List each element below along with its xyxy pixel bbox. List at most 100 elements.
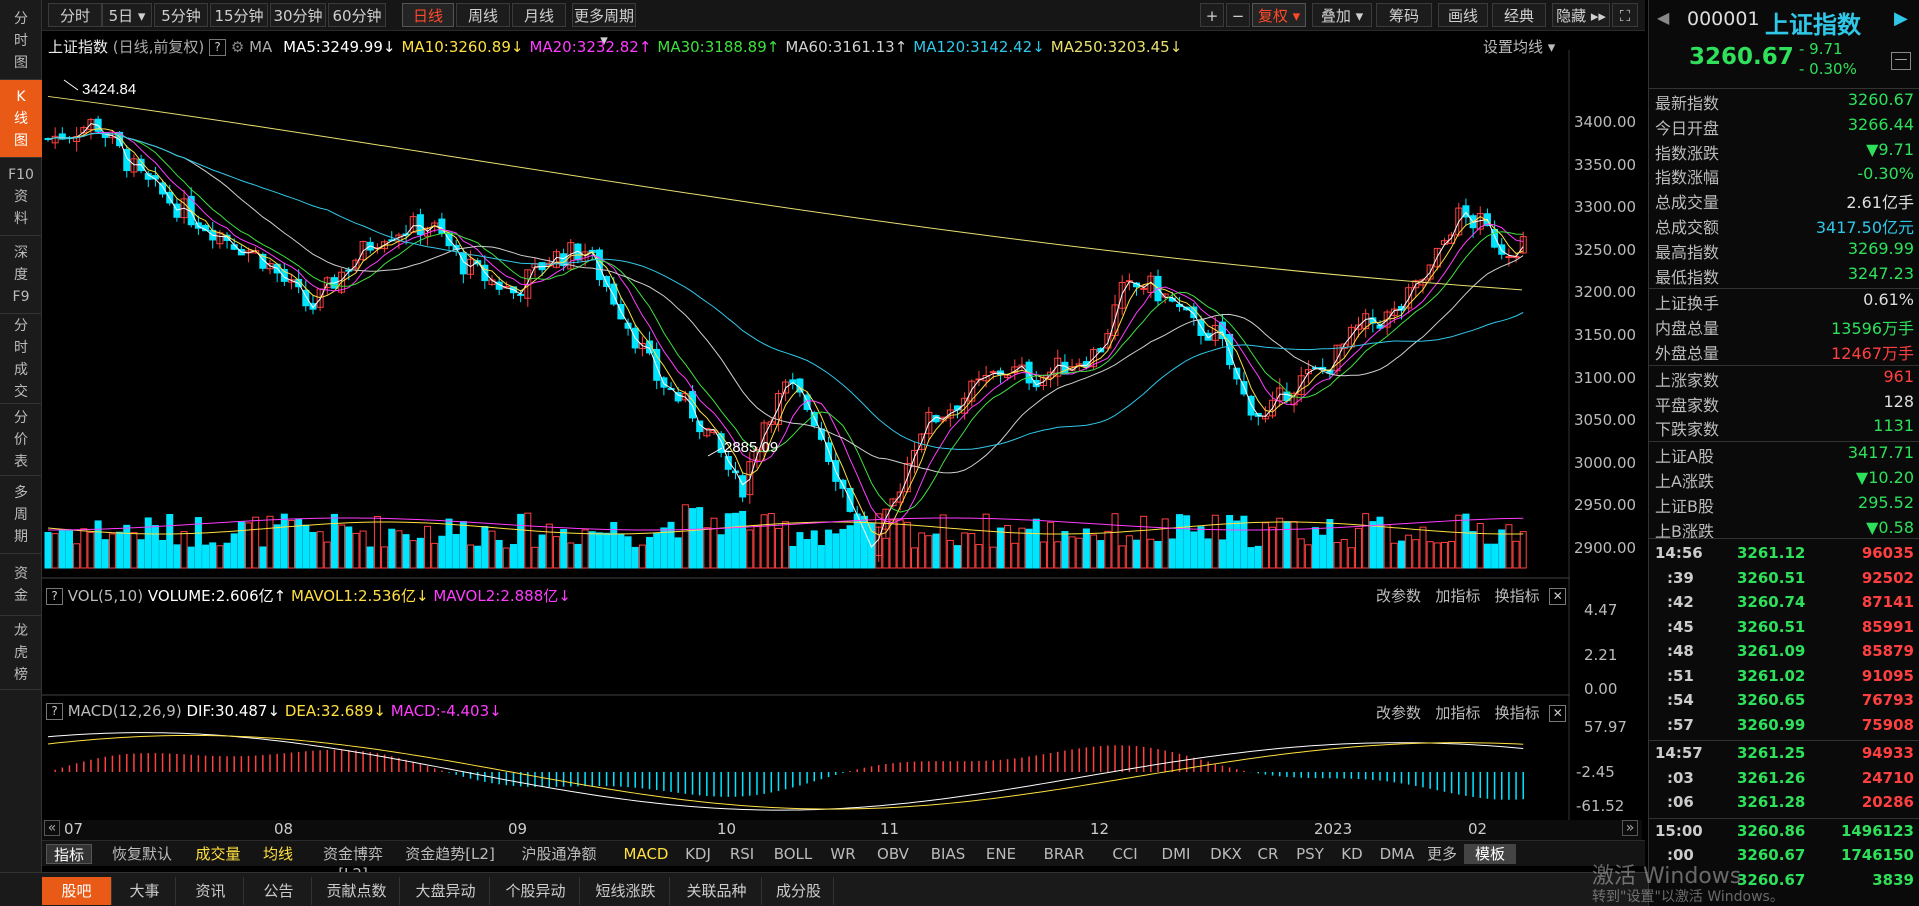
indicator-tab-3[interactable]: 均线	[252, 844, 304, 864]
period-tab-4[interactable]: 30分钟	[270, 3, 326, 27]
volume-bar	[1462, 513, 1470, 569]
volume-bar	[101, 539, 109, 569]
indicator-tab-6[interactable]: 沪股通净额	[506, 844, 612, 864]
bottom-tab-1[interactable]: 大事	[114, 877, 176, 905]
left-nav-item-4[interactable]: 分时成交	[0, 314, 42, 404]
indicator-tab-5[interactable]: 资金趋势[L2]	[400, 844, 500, 864]
indicator-tab-19[interactable]: CR	[1250, 844, 1286, 864]
tool-button-1[interactable]: −	[1226, 3, 1250, 27]
volume-bar	[488, 530, 496, 569]
indicator-tab-17[interactable]: DMI	[1154, 844, 1198, 864]
left-nav-item-3[interactable]: 深度 F9	[0, 236, 42, 314]
bottom-tab-3[interactable]: 公告	[246, 877, 312, 905]
bottom-tab-9[interactable]: 成分股	[764, 877, 834, 905]
indicator-tab-18[interactable]: DKX	[1204, 844, 1248, 864]
volume-bar	[646, 536, 654, 569]
macd-swap-indicator[interactable]: 换指标	[1495, 704, 1540, 722]
bottom-tab-5[interactable]: 大盘异动	[402, 877, 490, 905]
bottom-tab-7[interactable]: 短线涨跌	[582, 877, 670, 905]
tool-button-0[interactable]: +	[1200, 3, 1224, 27]
tool-button-2[interactable]: 复权 ▾	[1252, 3, 1306, 27]
left-nav-item-7[interactable]: 资金	[0, 554, 42, 616]
period-tab-6[interactable]: 日线	[402, 3, 454, 27]
left-nav-item-2[interactable]: F10 资料	[0, 158, 42, 236]
volume-bar	[323, 541, 331, 569]
stat-label: 上证B股	[1655, 496, 1714, 516]
indicator-tab-2[interactable]: 成交量	[188, 844, 248, 864]
scroll-right-icon[interactable]: »	[1622, 820, 1638, 836]
vol-help-icon[interactable]: ?	[46, 588, 63, 605]
indicator-tab-8[interactable]: KDJ	[678, 844, 718, 864]
bottom-tab-0[interactable]: 股吧	[42, 877, 112, 905]
volume-bar	[502, 547, 510, 569]
indicator-tab-23[interactable]: 更多	[1424, 844, 1460, 864]
indicator-tab-1[interactable]: 恢复默认	[100, 844, 184, 864]
indicator-tab-4[interactable]: 资金博弈[L2]	[310, 844, 396, 883]
volume-bar	[717, 534, 725, 569]
macd-close-icon[interactable]: ✕	[1549, 705, 1567, 722]
tool-button-6[interactable]: 经典	[1492, 3, 1546, 27]
candle-body	[416, 214, 424, 236]
period-tab-3[interactable]: 15分钟	[210, 3, 268, 27]
left-nav-item-8[interactable]: 龙虎榜	[0, 616, 42, 690]
period-tab-0[interactable]: 分时	[48, 3, 102, 27]
bottom-tab-8[interactable]: 关联品种	[672, 877, 762, 905]
volume-bar	[94, 520, 102, 569]
bottom-tab-4[interactable]: 贡献点数	[314, 877, 400, 905]
period-tab-7[interactable]: 周线	[456, 3, 510, 27]
vol-tick: 4.47	[1584, 601, 1618, 619]
volume-bar	[1405, 534, 1413, 569]
period-tab-8[interactable]: 月线	[512, 3, 566, 27]
arrow-left-icon[interactable]: ◀	[1657, 8, 1669, 27]
tool-button-3[interactable]: 叠加 ▾	[1312, 3, 1372, 27]
indicator-tab-12[interactable]: OBV	[868, 844, 918, 864]
bottom-tab-2[interactable]: 资讯	[178, 877, 244, 905]
indicator-tab-11[interactable]: WR	[822, 844, 864, 864]
bottom-tab-6[interactable]: 个股异动	[492, 877, 580, 905]
vol-swap-indicator[interactable]: 换指标	[1495, 587, 1540, 605]
indicator-tab-13[interactable]: BIAS	[924, 844, 972, 864]
indicator-tab-10[interactable]: BOLL	[768, 844, 818, 864]
volume-bar	[44, 531, 52, 569]
volume-bar	[1075, 537, 1083, 569]
indicator-tab-24[interactable]: 模板	[1464, 844, 1516, 864]
period-tab-2[interactable]: 5分钟	[154, 3, 208, 27]
indicator-tab-14[interactable]: ENE	[976, 844, 1026, 864]
indicator-tab-16[interactable]: CCI	[1102, 844, 1148, 864]
period-tab-5[interactable]: 60分钟	[328, 3, 386, 27]
indicator-tab-21[interactable]: KD	[1334, 844, 1370, 864]
indicator-tab-20[interactable]: PSY	[1290, 844, 1330, 864]
left-nav-item-5[interactable]: 分价表	[0, 404, 42, 476]
tick-row: :06 3261.28 20286	[1655, 793, 1914, 816]
period-tab-1[interactable]: 5日 ▾	[102, 3, 152, 27]
macd-edit-params[interactable]: 改参数	[1376, 704, 1421, 722]
scroll-left-icon[interactable]: «	[44, 820, 60, 836]
period-tab-9[interactable]: 更多周期 ▾	[572, 3, 636, 49]
stat-label: 最新指数	[1655, 94, 1720, 113]
left-sidebar: 分时图 K 线图 F10 资料深度 F9 分时成交分价表多周期资金龙虎榜	[0, 0, 42, 906]
tool-button-5[interactable]: 画线	[1438, 3, 1488, 27]
volume-bar	[860, 515, 868, 569]
indicator-tab-9[interactable]: RSI	[722, 844, 762, 864]
indicator-tab-0[interactable]: 指标	[46, 844, 92, 864]
indicator-tab-15[interactable]: BRAR	[1032, 844, 1096, 864]
collapse-icon[interactable]: —	[1891, 52, 1911, 70]
vol-close-icon[interactable]: ✕	[1549, 588, 1567, 605]
vol-add-indicator[interactable]: 加指标	[1435, 587, 1480, 605]
volume-bar	[932, 533, 940, 569]
left-nav-item-0[interactable]: 分时图	[0, 2, 42, 80]
left-nav-label: 多	[14, 484, 28, 501]
volume-bar	[911, 547, 919, 569]
tool-button-4[interactable]: 筹码	[1376, 3, 1432, 27]
left-nav-label: 度	[14, 266, 28, 283]
left-nav-item-1[interactable]: K线图	[0, 80, 42, 158]
tick-price: 3260.99	[1737, 715, 1806, 734]
macd-add-indicator[interactable]: 加指标	[1435, 704, 1480, 722]
candle-body	[1505, 256, 1513, 259]
left-nav-item-6[interactable]: 多周期	[0, 476, 42, 554]
vol-edit-params[interactable]: 改参数	[1376, 587, 1421, 605]
macd-help-icon[interactable]: ?	[46, 703, 63, 720]
indicator-tab-22[interactable]: DMA	[1374, 844, 1420, 864]
arrow-right-icon[interactable]: ▶	[1894, 8, 1908, 29]
indicator-tab-7[interactable]: MACD	[618, 844, 674, 864]
